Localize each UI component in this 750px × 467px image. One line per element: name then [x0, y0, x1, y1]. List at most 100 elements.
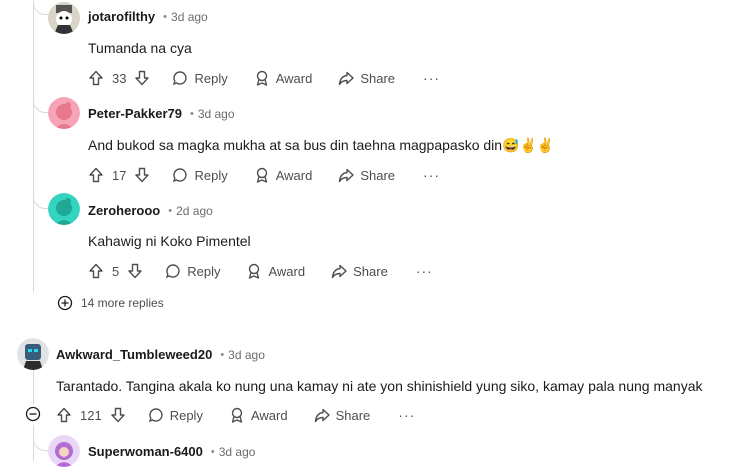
thread-line	[33, 370, 34, 404]
comment-meta: Superwoman-6400 • 3d ago	[88, 444, 255, 459]
vote-count: 5	[112, 263, 120, 279]
downvote-button[interactable]	[134, 167, 150, 183]
comment-actions: 5 Reply Award Share ···	[88, 260, 433, 282]
vote-count: 17	[112, 167, 127, 183]
reply-button[interactable]: Reply	[165, 263, 220, 279]
share-button[interactable]: Share	[314, 407, 371, 423]
downvote-icon	[128, 263, 142, 279]
avatar[interactable]	[17, 338, 49, 370]
upvote-button[interactable]	[88, 70, 104, 86]
award-icon	[231, 407, 243, 423]
comment-text: Tarantado. Tangina akala ko nung una kam…	[56, 378, 703, 394]
collapse-button[interactable]	[25, 406, 41, 427]
share-label: Share	[353, 263, 388, 279]
separator-dot: •	[168, 204, 173, 217]
downvote-button[interactable]	[127, 263, 143, 279]
upvote-button[interactable]	[56, 407, 72, 423]
timestamp[interactable]: 3d ago	[171, 10, 208, 24]
avatar[interactable]	[48, 97, 80, 129]
thread-connector	[33, 98, 48, 113]
upvote-icon	[57, 407, 71, 423]
award-icon	[249, 263, 260, 279]
share-label: Share	[335, 407, 371, 423]
plus-circle-icon	[57, 295, 73, 311]
thread-connector	[33, 194, 48, 209]
downvote-button[interactable]	[134, 70, 150, 86]
downvote-button[interactable]	[110, 407, 126, 423]
share-icon	[314, 408, 330, 423]
vote-count: 33	[112, 70, 127, 86]
avatar[interactable]	[48, 193, 80, 225]
avatar[interactable]	[48, 2, 80, 34]
award-button[interactable]: Award	[246, 263, 305, 279]
reply-button[interactable]: Reply	[172, 167, 228, 183]
more-options-button[interactable]: ···	[423, 70, 440, 86]
more-replies-link[interactable]: 14 more replies	[57, 295, 164, 311]
minus-circle-icon	[25, 406, 41, 422]
thread-connector	[33, 436, 48, 451]
downvote-icon	[111, 407, 125, 423]
reply-button[interactable]: Reply	[148, 407, 203, 423]
timestamp[interactable]: 2d ago	[176, 204, 213, 218]
comment-icon	[173, 71, 188, 86]
comment-icon	[173, 168, 188, 183]
comment-meta: jotarofilthy • 3d ago	[88, 9, 208, 24]
separator-dot: •	[163, 10, 168, 23]
emoji: 😅✌✌	[502, 137, 555, 153]
share-button[interactable]: Share	[338, 70, 395, 86]
reply-button[interactable]: Reply	[172, 70, 228, 86]
downvote-icon	[135, 167, 150, 183]
award-label: Award	[268, 263, 306, 279]
comment-actions: 121 Reply Award Share ···	[56, 404, 415, 426]
username[interactable]: jotarofilthy	[88, 9, 155, 24]
comment-actions: 33 Reply Award Share ···	[88, 67, 440, 89]
upvote-icon	[89, 70, 103, 86]
award-button[interactable]: Award	[229, 407, 288, 423]
timestamp[interactable]: 3d ago	[228, 348, 265, 362]
comment-text: Tumanda na cya	[88, 40, 192, 56]
more-replies-label: 14 more replies	[81, 296, 164, 310]
share-icon	[331, 264, 347, 279]
award-button[interactable]: Award	[254, 167, 313, 183]
share-button[interactable]: Share	[331, 263, 388, 279]
reply-label: Reply	[194, 167, 228, 183]
share-label: Share	[360, 70, 396, 86]
comment-icon	[166, 264, 180, 279]
comment-meta: Zeroherooo • 2d ago	[88, 203, 213, 218]
more-options-button[interactable]: ···	[398, 407, 415, 423]
award-label: Award	[275, 167, 313, 183]
thread-line	[33, 0, 34, 292]
upvote-icon	[89, 167, 103, 183]
username[interactable]: Peter-Pakker79	[88, 106, 182, 121]
share-label: Share	[360, 167, 396, 183]
upvote-button[interactable]	[88, 167, 104, 183]
award-button[interactable]: Award	[254, 70, 313, 86]
comment-meta: Awkward_Tumbleweed20 • 3d ago	[56, 347, 265, 362]
comment-meta: Peter-Pakker79 • 3d ago	[88, 106, 235, 121]
timestamp[interactable]: 3d ago	[198, 107, 235, 121]
downvote-icon	[135, 70, 150, 86]
share-icon	[339, 168, 355, 183]
username[interactable]: Zeroherooo	[88, 203, 160, 218]
vote-count: 121	[80, 407, 102, 423]
upvote-button[interactable]	[88, 263, 104, 279]
avatar[interactable]	[48, 435, 80, 467]
reply-label: Reply	[169, 407, 203, 423]
award-label: Award	[275, 70, 313, 86]
separator-dot: •	[210, 445, 215, 458]
share-icon	[339, 71, 355, 86]
more-options-button[interactable]: ···	[416, 263, 433, 279]
username[interactable]: Awkward_Tumbleweed20	[56, 347, 212, 362]
comment-text-content: And bukod sa magka mukha at sa bus din t…	[88, 137, 503, 153]
more-options-button[interactable]: ···	[423, 167, 440, 183]
comment-icon	[148, 408, 163, 423]
username[interactable]: Superwoman-6400	[88, 444, 203, 459]
award-label: Award	[250, 407, 288, 423]
upvote-icon	[89, 263, 103, 279]
share-button[interactable]: Share	[338, 167, 395, 183]
timestamp[interactable]: 3d ago	[219, 445, 256, 459]
separator-dot: •	[189, 107, 194, 120]
thread-connector	[33, 0, 48, 15]
separator-dot: •	[220, 348, 225, 361]
reply-label: Reply	[187, 263, 221, 279]
